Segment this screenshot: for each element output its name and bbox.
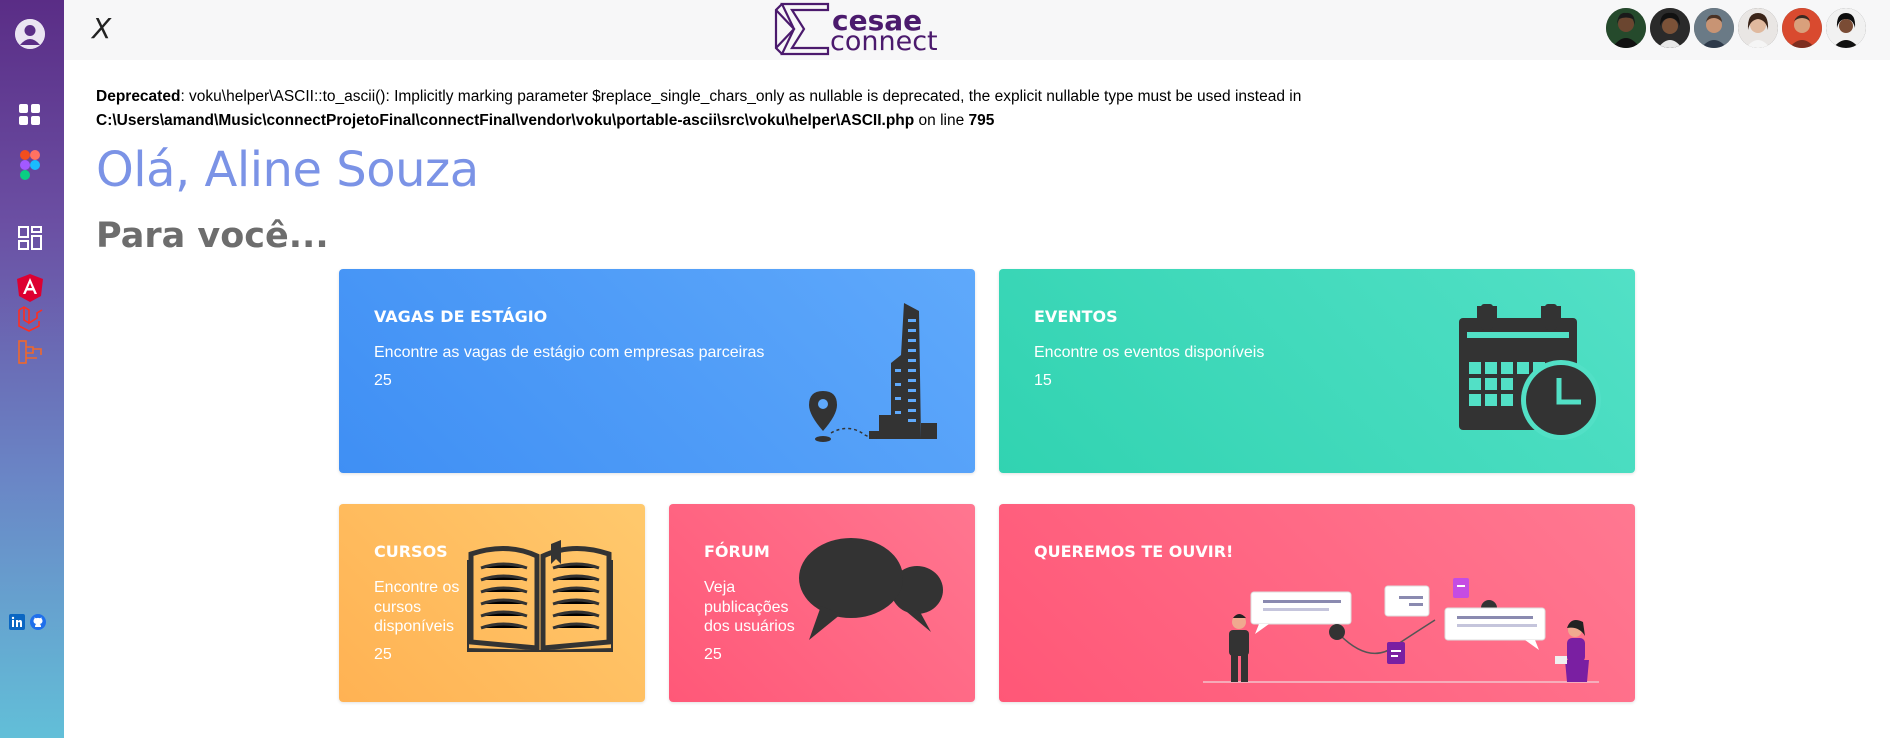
chat-bubbles-icon (799, 538, 943, 640)
social-links (9, 614, 46, 635)
open-book-icon (467, 540, 613, 652)
card-count: 25 (374, 372, 392, 389)
card-title: VAGAS DE ESTÁGIO (374, 307, 548, 326)
framework-icon[interactable] (14, 336, 46, 368)
card-queremos-te-ouvir[interactable]: QUEREMOS TE OUVIR! (999, 504, 1635, 702)
logo-mark-icon (774, 2, 830, 56)
linkedin-icon[interactable] (9, 614, 25, 635)
card-title: QUEREMOS TE OUVIR! (1034, 542, 1234, 561)
card-forum[interactable]: FÓRUM Veja publicações dos usuários 25 (669, 504, 975, 702)
calendar-clock-icon (1459, 304, 1601, 440)
card-title: FÓRUM (704, 542, 770, 561)
card-count: 15 (1034, 372, 1052, 389)
sidebar (0, 0, 64, 738)
card-vagas-estagio[interactable]: VAGAS DE ESTÁGIO Encontre as vagas de es… (339, 269, 975, 473)
warning-line-number: 795 (968, 112, 995, 129)
building-location-icon (809, 303, 937, 442)
section-title: Para você... (96, 216, 329, 256)
team-avatar[interactable] (1782, 8, 1822, 48)
card-cursos[interactable]: CURSOS Encontre os cursos disponíveis 25 (339, 504, 645, 702)
user-avatar[interactable] (15, 19, 45, 49)
team-avatar[interactable] (1606, 8, 1646, 48)
team-avatar[interactable] (1826, 8, 1866, 48)
card-eventos[interactable]: EVENTOS Encontre os eventos disponíveis … (999, 269, 1635, 473)
team-avatar[interactable] (1694, 8, 1734, 48)
logo-text-connect: connect (830, 26, 938, 57)
laravel-icon[interactable] (14, 303, 46, 335)
cesae-connect-logo[interactable]: cesae connect (772, 0, 942, 58)
warning-message: : voku\helper\ASCII::to_ascii(): Implici… (180, 88, 1302, 105)
card-title: CURSOS (374, 542, 448, 561)
card-description: Encontre os eventos disponíveis (1034, 344, 1265, 361)
card-description: Encontre os cursos disponíveis (374, 579, 460, 635)
figma-icon[interactable] (14, 149, 46, 181)
team-avatar[interactable] (1650, 8, 1690, 48)
deprecation-warning: Deprecated: voku\helper\ASCII::to_ascii(… (96, 85, 1301, 133)
dashboard-icon[interactable] (14, 99, 46, 131)
card-count: 25 (374, 646, 392, 663)
layout-icon[interactable] (14, 222, 46, 254)
card-description: Encontre as vagas de estágio com empresa… (374, 344, 765, 361)
angular-icon[interactable] (14, 272, 46, 304)
team-avatar[interactable] (1738, 8, 1778, 48)
card-title: EVENTOS (1034, 307, 1118, 326)
warning-on-line: on line (914, 112, 969, 129)
team-avatars (1606, 8, 1866, 48)
github-icon[interactable] (30, 614, 46, 635)
warning-path: C:\Users\amand\Music\connectProjetoFinal… (96, 112, 915, 129)
card-count: 25 (704, 646, 722, 663)
greeting-heading: Olá, Aline Souza (96, 142, 479, 198)
close-menu-button[interactable]: X (92, 12, 111, 45)
card-description: Veja publicações dos usuários (704, 579, 795, 635)
feedback-illustration (1203, 578, 1599, 683)
warning-label: Deprecated (96, 88, 181, 105)
